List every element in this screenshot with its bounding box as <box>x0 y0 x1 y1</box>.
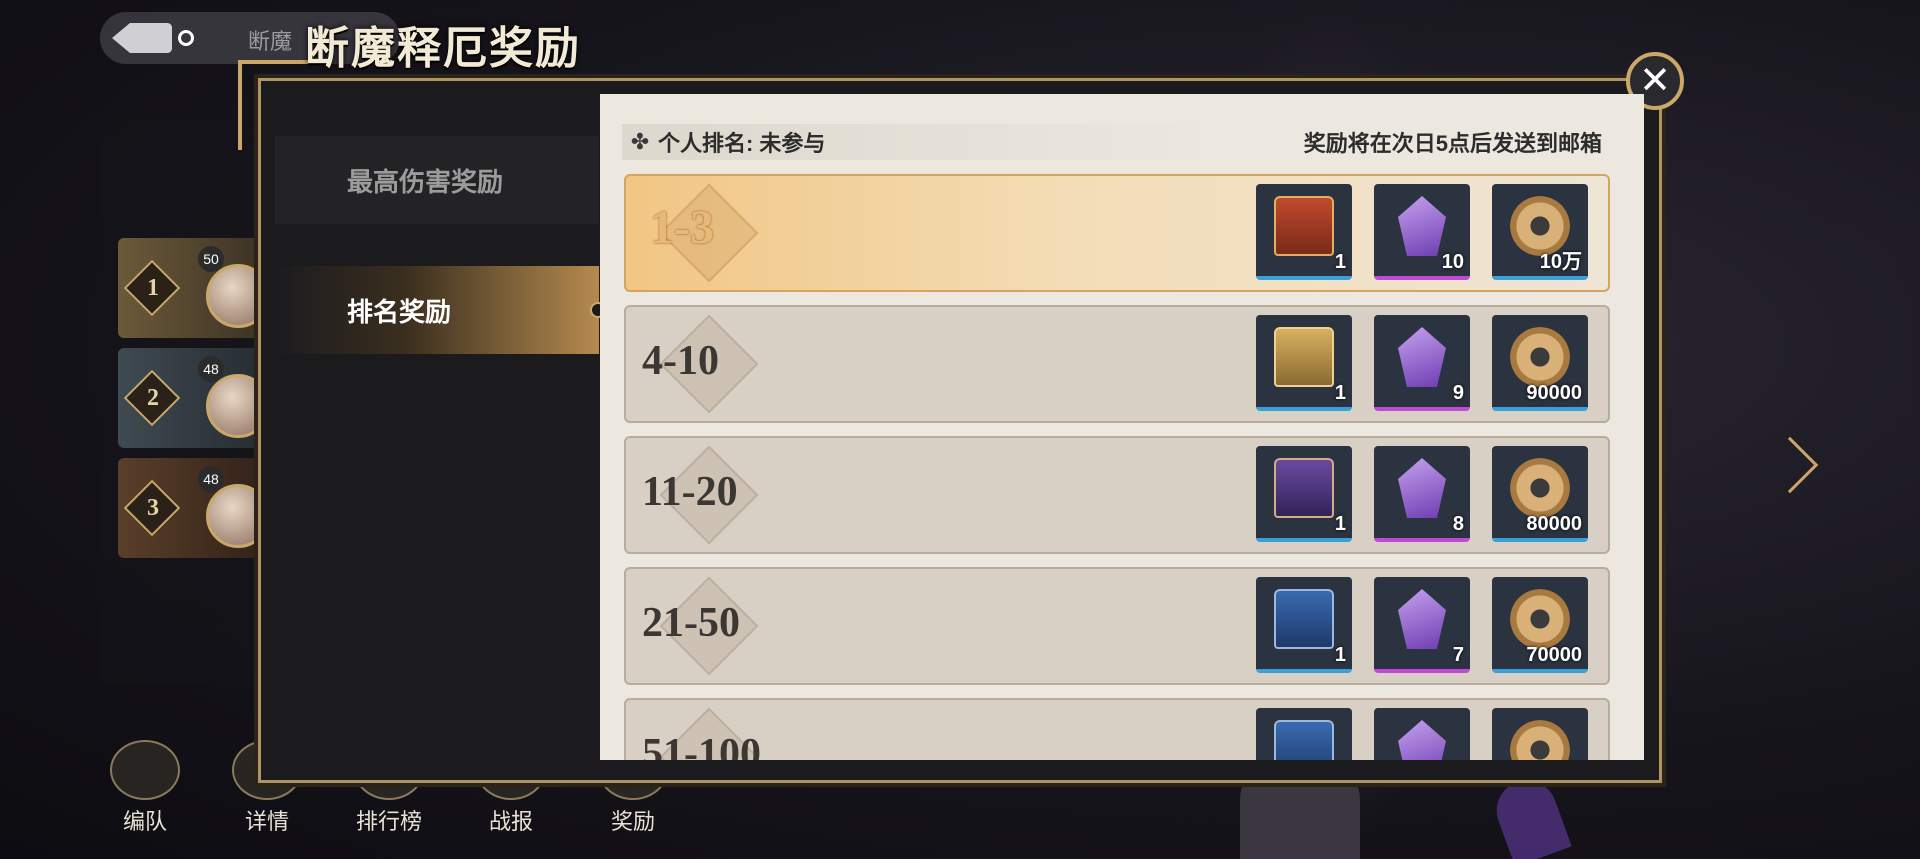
reward-row: 4-10 1 9 90000 <box>624 305 1610 423</box>
leaderboard-card[interactable]: 3 48 <box>118 458 270 558</box>
background-figure-accent <box>1488 772 1572 859</box>
nav-dot-icon <box>178 30 194 46</box>
level-badge: 48 <box>198 356 224 382</box>
back-arrow-icon[interactable] <box>112 23 172 53</box>
reward-item[interactable]: 90000 <box>1492 315 1588 411</box>
chest-purple-icon <box>1274 458 1334 518</box>
reward-item[interactable]: 10 <box>1374 184 1470 280</box>
item-quantity: 1 <box>1334 382 1346 404</box>
chest-blue-icon <box>1274 720 1334 760</box>
level-badge: 50 <box>198 246 224 272</box>
reward-delivery-note: 奖励将在次日5点后发送到邮箱 <box>1303 131 1602 156</box>
crystal-icon <box>1398 720 1446 760</box>
personal-rank-label: 个人排名: <box>658 131 754 156</box>
leaderboard-card[interactable]: 2 48 <box>118 348 270 448</box>
leaderboard-rank: 3 <box>147 495 159 521</box>
reward-item[interactable]: 1 <box>1256 184 1352 280</box>
crystal-icon <box>1398 196 1446 256</box>
nav-label: 奖励 <box>610 809 655 834</box>
crystal-icon <box>1398 589 1446 649</box>
crystal-icon <box>1398 458 1446 518</box>
item-quantity: 10 <box>1441 251 1464 273</box>
reward-row: 1-3 1 10 10万 <box>624 174 1610 292</box>
nav-item-team[interactable]: 编队 <box>110 740 180 836</box>
gear-coin-icon <box>1510 458 1570 518</box>
next-arrow-icon[interactable] <box>1761 436 1819 494</box>
reward-row: 11-20 1 8 80000 <box>624 436 1610 554</box>
chest-blue-icon <box>1274 589 1334 649</box>
reward-item[interactable]: 8 <box>1374 446 1470 542</box>
chest-red-icon <box>1274 196 1334 256</box>
team-icon <box>110 740 180 800</box>
item-quantity: 1 <box>1334 644 1346 666</box>
item-quantity: 1 <box>1334 513 1346 535</box>
nav-label: 排行榜 <box>355 809 422 834</box>
item-quantity: 8 <box>1452 513 1464 535</box>
personal-rank-value: 未参与 <box>759 131 826 156</box>
reward-item[interactable]: 10万 <box>1492 184 1588 280</box>
rank-range: 11-20 <box>642 469 738 515</box>
personal-rank-bar: ✤ 个人排名: 未参与 奖励将在次日5点后发送到邮箱 <box>622 124 1622 160</box>
reward-item[interactable]: 80000 <box>1492 446 1588 542</box>
level-badge: 48 <box>198 466 224 492</box>
tab-label: 排名奖励 <box>347 296 452 327</box>
tab-label: 最高伤害奖励 <box>347 166 504 197</box>
item-quantity: 7 <box>1452 644 1464 666</box>
reward-item[interactable] <box>1256 708 1352 760</box>
leaderboard-rank: 2 <box>147 385 159 411</box>
reward-item[interactable] <box>1492 708 1588 760</box>
behind-title: 断魔 <box>248 29 293 54</box>
rank-range: 1-3 <box>650 201 714 254</box>
nav-label: 编队 <box>122 809 167 834</box>
reward-item[interactable]: 70000 <box>1492 577 1588 673</box>
item-quantity: 80000 <box>1526 513 1582 535</box>
rank-range: 51-100 <box>642 731 761 760</box>
item-quantity: 10万 <box>1539 251 1582 273</box>
reward-item[interactable]: 9 <box>1374 315 1470 411</box>
reward-item[interactable]: 7 <box>1374 577 1470 673</box>
reward-row: 51-100 <box>624 698 1610 760</box>
reward-row: 21-50 1 7 70000 <box>624 567 1610 685</box>
item-quantity: 70000 <box>1526 644 1582 666</box>
sparkle-icon: ✤ <box>630 129 650 155</box>
reward-item[interactable]: 1 <box>1256 446 1352 542</box>
rewards-list[interactable]: ✤ 个人排名: 未参与 奖励将在次日5点后发送到邮箱 1-3 1 10 10万 … <box>600 94 1644 760</box>
chest-gold-icon <box>1274 327 1334 387</box>
rank-range: 4-10 <box>642 338 719 384</box>
reward-item[interactable] <box>1374 708 1470 760</box>
item-quantity: 1 <box>1334 251 1346 273</box>
dialog-title: 断魔释厄奖励 <box>305 24 581 73</box>
nav-label: 战报 <box>488 809 533 834</box>
reward-item[interactable]: 1 <box>1256 577 1352 673</box>
reward-item[interactable]: 1 <box>1256 315 1352 411</box>
rank-range: 21-50 <box>642 600 740 646</box>
gear-coin-icon <box>1510 720 1570 760</box>
gear-coin-icon <box>1510 589 1570 649</box>
leaderboard-rank: 1 <box>147 275 159 301</box>
item-quantity: 90000 <box>1526 382 1582 404</box>
crystal-icon <box>1398 327 1446 387</box>
nav-label: 详情 <box>244 809 289 834</box>
tab-rank-rewards[interactable]: 排名奖励 <box>275 266 599 354</box>
item-quantity: 9 <box>1452 382 1464 404</box>
gear-coin-icon <box>1510 327 1570 387</box>
tab-max-damage-rewards[interactable]: 最高伤害奖励 <box>275 136 599 224</box>
leaderboard-card[interactable]: 1 50 <box>118 238 270 338</box>
